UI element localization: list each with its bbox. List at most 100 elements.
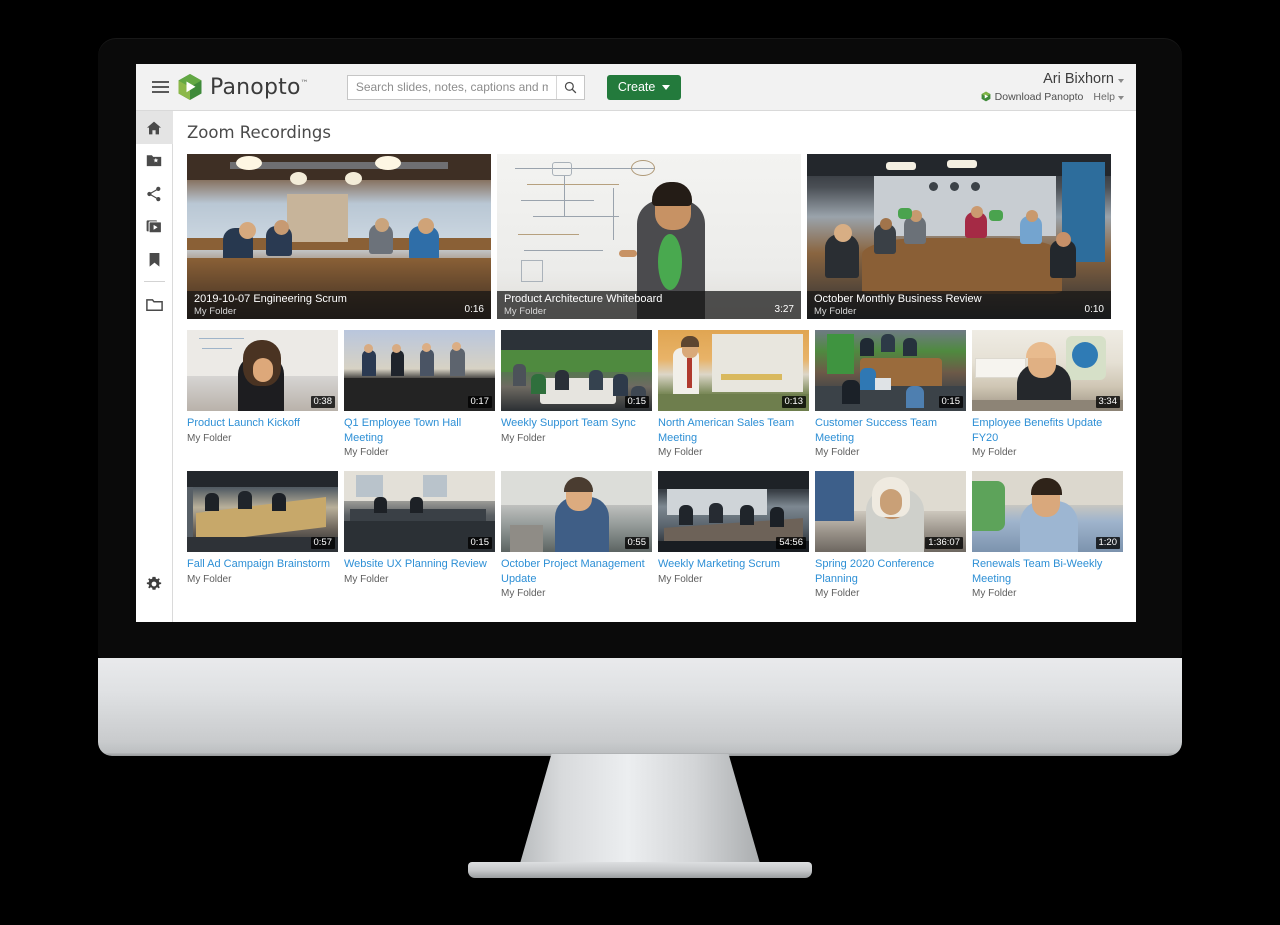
help-menu[interactable]: Help	[1093, 91, 1124, 103]
video-thumbnail: 1:20	[972, 471, 1123, 552]
search-button[interactable]	[555, 75, 584, 99]
monitor-stand-foot	[468, 862, 812, 878]
video-title[interactable]: Weekly Marketing Scrum	[658, 557, 809, 572]
video-card[interactable]: 0:15 Website UX Planning Review My Folde…	[344, 471, 495, 601]
video-title[interactable]: Product Launch Kickoff	[187, 416, 338, 431]
video-folder: My Folder	[815, 447, 860, 458]
video-title[interactable]: Customer Success Team Meeting	[815, 416, 966, 445]
screen-body: Zoom Recordings 2019-10-07 Engineering S…	[136, 111, 1136, 622]
search-icon	[564, 81, 577, 93]
video-folder: My Folder	[501, 432, 546, 444]
brand-name: Panopto™	[210, 75, 309, 100]
sidebar-item-browse[interactable]	[136, 288, 173, 321]
video-card[interactable]: 0:17 Q1 Employee Town Hall Meeting My Fo…	[344, 330, 495, 460]
video-duration: 1:20	[1095, 537, 1120, 549]
video-title[interactable]: Renewals Team Bi-Weekly Meeting	[972, 557, 1123, 586]
video-thumbnail: 3:34	[972, 330, 1123, 411]
video-folder: My Folder	[344, 447, 389, 458]
video-title: Product Architecture Whiteboard	[504, 293, 663, 305]
video-folder: My Folder	[194, 306, 237, 317]
create-button[interactable]: Create	[606, 74, 682, 100]
sidebar-item-settings[interactable]	[136, 567, 173, 600]
featured-card[interactable]: Product Architecture Whiteboard My Folde…	[497, 154, 801, 319]
video-folder: My Folder	[972, 588, 1017, 599]
chevron-down-icon	[1118, 78, 1124, 83]
brand-name-text: Panopto	[210, 74, 301, 100]
sidebar-item-my-folder[interactable]	[136, 144, 173, 177]
video-title: 2019-10-07 Engineering Scrum	[194, 293, 347, 305]
video-card[interactable]: 1:36:07 Spring 2020 Conference Planning …	[815, 471, 966, 601]
video-folder: My Folder	[972, 447, 1017, 458]
video-card[interactable]: 0:38 Product Launch Kickoff My Folder	[187, 330, 338, 460]
monitor-scene: Panopto™ Create Ari Bixhorn	[0, 0, 1280, 925]
video-folder: My Folder	[814, 306, 857, 317]
sidebar-divider	[143, 281, 165, 282]
video-grid-row: 0:57 Fall Ad Campaign Brainstorm My Fold…	[173, 460, 1136, 601]
sidebar	[136, 111, 173, 622]
chevron-down-icon	[662, 84, 671, 90]
download-panopto-label: Download Panopto	[994, 90, 1084, 103]
page-title: Zoom Recordings	[187, 123, 331, 142]
home-icon	[147, 121, 161, 134]
video-thumbnail: 0:15	[501, 330, 652, 411]
video-title[interactable]: Q1 Employee Town Hall Meeting	[344, 416, 495, 445]
video-duration: 1:36:07	[925, 537, 963, 549]
video-thumbnail: 1:36:07	[815, 471, 966, 552]
video-title[interactable]: Spring 2020 Conference Planning	[815, 557, 966, 586]
video-thumbnail: 0:55	[501, 471, 652, 552]
video-title[interactable]: North American Sales Team Meeting	[658, 416, 809, 445]
video-duration: 54:56	[776, 537, 806, 549]
video-card[interactable]: 1:20 Renewals Team Bi-Weekly Meeting My …	[972, 471, 1123, 601]
gear-icon	[146, 576, 162, 590]
video-title: October Monthly Business Review	[814, 293, 982, 305]
download-panopto-link[interactable]: Download Panopto	[981, 90, 1084, 103]
video-duration: 0:55	[624, 537, 649, 549]
video-thumbnail: 0:38	[187, 330, 338, 411]
video-duration: 0:10	[1084, 304, 1104, 315]
user-name-label: Ari Bixhorn	[1043, 71, 1114, 88]
sidebar-item-bookmarks[interactable]	[136, 243, 173, 276]
video-title[interactable]: October Project Management Update	[501, 557, 652, 586]
video-thumbnail: 0:17	[344, 330, 495, 411]
video-duration: 0:17	[467, 396, 492, 408]
video-card[interactable]: 0:55 October Project Management Update M…	[501, 471, 652, 601]
video-card[interactable]: 54:56 Weekly Marketing Scrum My Folder	[658, 471, 809, 601]
featured-card[interactable]: October Monthly Business Review My Folde…	[807, 154, 1111, 319]
video-title[interactable]: Employee Benefits Update FY20	[972, 416, 1123, 445]
featured-card-overlay: Product Architecture Whiteboard My Folde…	[497, 291, 801, 319]
hamburger-menu-icon[interactable]	[136, 64, 174, 111]
video-folder: My Folder	[504, 306, 547, 317]
video-folder: My Folder	[344, 573, 389, 585]
chevron-down-icon	[1118, 96, 1124, 101]
video-thumbnail: 54:56	[658, 471, 809, 552]
search-input[interactable]	[347, 75, 556, 99]
user-menu[interactable]: Ari Bixhorn	[981, 71, 1124, 88]
video-duration: 0:15	[624, 396, 649, 408]
video-title[interactable]: Website UX Planning Review	[344, 557, 495, 572]
video-library-icon	[146, 220, 162, 234]
sidebar-item-home[interactable]	[136, 111, 173, 144]
video-title[interactable]: Weekly Support Team Sync	[501, 416, 652, 431]
video-card[interactable]: 0:15 Weekly Support Team Sync My Folder	[501, 330, 652, 460]
video-card[interactable]: 0:57 Fall Ad Campaign Brainstorm My Fold…	[187, 471, 338, 601]
panopto-logo[interactable]: Panopto™	[177, 73, 309, 101]
video-title[interactable]: Fall Ad Campaign Brainstorm	[187, 557, 338, 572]
share-icon	[147, 186, 161, 201]
video-duration: 3:34	[1095, 396, 1120, 408]
video-thumbnail: 0:57	[187, 471, 338, 552]
help-label: Help	[1093, 90, 1115, 103]
video-duration: 0:15	[938, 396, 963, 408]
search-box	[346, 74, 585, 100]
video-card[interactable]: 3:34 Employee Benefits Update FY20 My Fo…	[972, 330, 1123, 460]
video-duration: 0:16	[464, 304, 484, 315]
video-card[interactable]: 0:13 North American Sales Team Meeting M…	[658, 330, 809, 460]
video-card[interactable]: 0:15 Customer Success Team Meeting My Fo…	[815, 330, 966, 460]
video-folder: My Folder	[187, 432, 232, 444]
folder-icon	[145, 298, 163, 311]
video-thumbnail: 0:13	[658, 330, 809, 411]
featured-card[interactable]: 2019-10-07 Engineering Scrum My Folder 0…	[187, 154, 491, 319]
video-folder: My Folder	[501, 588, 546, 599]
video-thumbnail: 0:15	[344, 471, 495, 552]
sidebar-item-shared[interactable]	[136, 177, 173, 210]
sidebar-item-my-videos[interactable]	[136, 210, 173, 243]
